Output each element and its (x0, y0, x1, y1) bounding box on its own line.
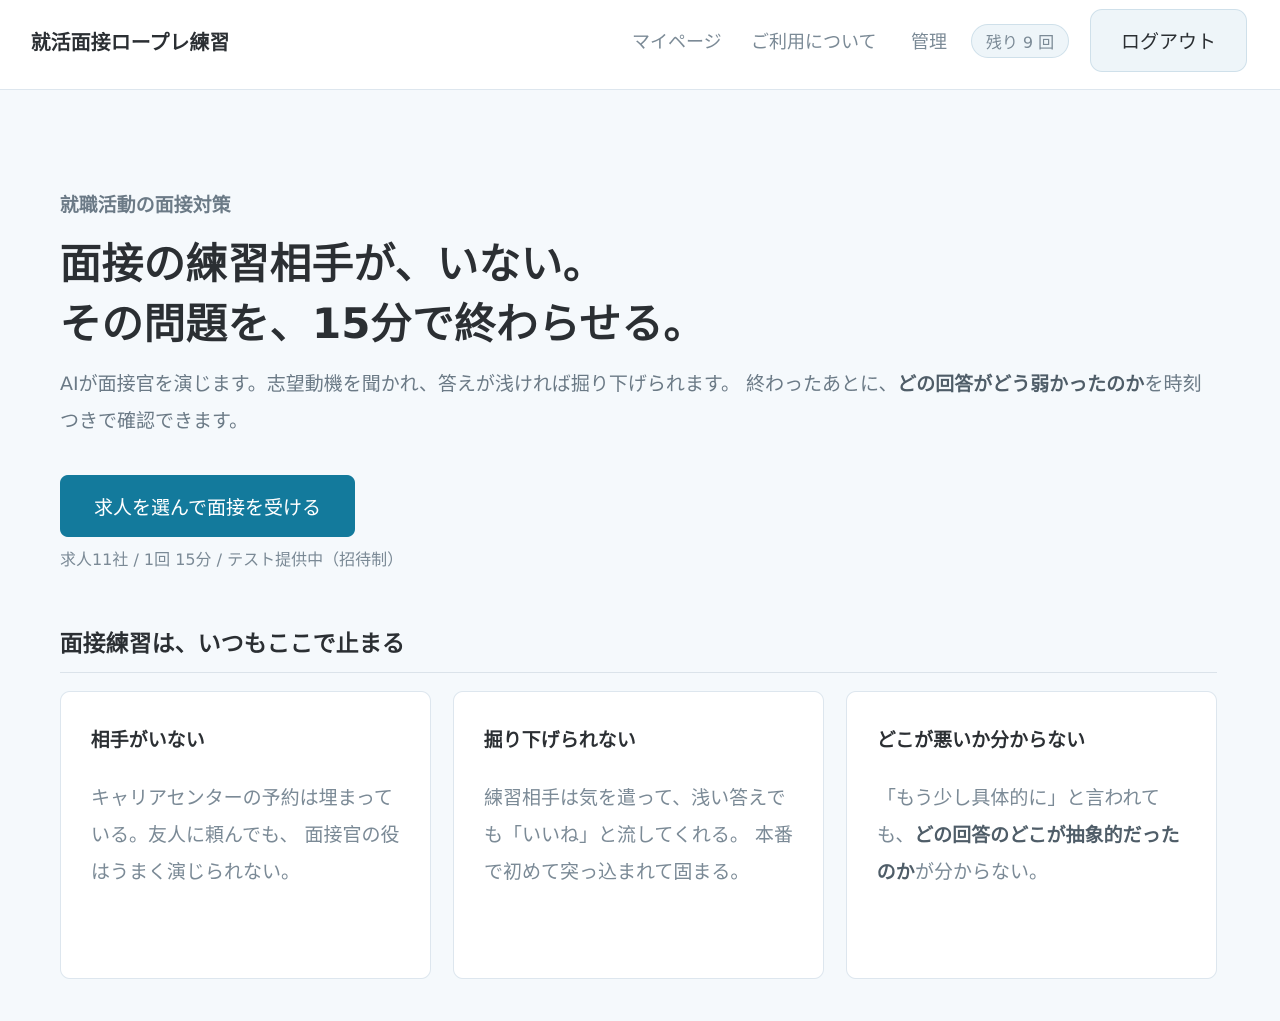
hero-title: 面接の練習相手が、いない。 その問題を、15分で終わらせる。 (60, 234, 706, 354)
problem-card-title: 相手がいない (91, 729, 206, 751)
hero-lead-text-1: AIが面接官を演じます。志望動機を聞かれ、答えが浅ければ掘り下げられます。 終わ… (60, 373, 898, 395)
hero-title-line-2: その問題を、15分で終わらせる。 (60, 299, 706, 348)
problem-card-text-tail: が分からない。 (915, 861, 1049, 883)
nav-about[interactable]: ご利用について (751, 28, 876, 54)
problem-card-title: 掘り下げられない (484, 729, 637, 751)
hero-lead-emphasis: どの回答がどう弱かったのか (897, 373, 1145, 395)
problem-card-body: キャリアセンターの予約は埋まっている。友人に頼んでも、 面接官の役はうまく演じら… (91, 780, 400, 891)
nav-mypage[interactable]: マイページ (632, 28, 722, 54)
section-divider (60, 672, 1217, 673)
problem-card-text: 練習相手は気を遣って、浅い答えでも「いいね」と流してくれる。 本番で初めて突っ込… (484, 787, 793, 883)
hero-title-line-1: 面接の練習相手が、いない。 (60, 239, 606, 288)
problem-card: どこが悪いか分からない 「もう少し具体的に」と言われても、どの回答のどこが抽象的… (846, 691, 1217, 979)
cta-note: 求人11社 / 1回 15分 / テスト提供中（招待制） (60, 550, 404, 569)
problem-card: 相手がいない キャリアセンターの予約は埋まっている。友人に頼んでも、 面接官の役… (60, 691, 431, 979)
logout-button[interactable]: ログアウト (1090, 9, 1247, 72)
problem-card-text: キャリアセンターの予約は埋まっている。友人に頼んでも、 面接官の役はうまく演じら… (91, 787, 400, 883)
problem-card-body: 練習相手は気を遣って、浅い答えでも「いいね」と流してくれる。 本番で初めて突っ込… (484, 780, 793, 891)
problems-section-title: 面接練習は、いつもここで止まる (60, 631, 405, 657)
hero-eyebrow: 就職活動の面接対策 (60, 194, 232, 216)
remaining-count-badge: 残り 9 回 (971, 24, 1069, 58)
brand-title[interactable]: 就活面接ロープレ練習 (31, 26, 230, 55)
nav-admin[interactable]: 管理 (911, 28, 947, 54)
hero-lead: AIが面接官を演じます。志望動機を聞かれ、答えが浅ければ掘り下げられます。 終わ… (60, 366, 1220, 440)
start-interview-button[interactable]: 求人を選んで面接を受ける (60, 475, 355, 537)
problem-card: 掘り下げられない 練習相手は気を遣って、浅い答えでも「いいね」と流してくれる。 … (453, 691, 824, 979)
problem-card-body: 「もう少し具体的に」と言われても、どの回答のどこが抽象的だったのかが分からない。 (877, 780, 1186, 891)
problem-card-title: どこが悪いか分からない (877, 729, 1086, 751)
top-header: 就活面接ロープレ練習 マイページ ご利用について 管理 残り 9 回 ログアウト (0, 0, 1280, 90)
